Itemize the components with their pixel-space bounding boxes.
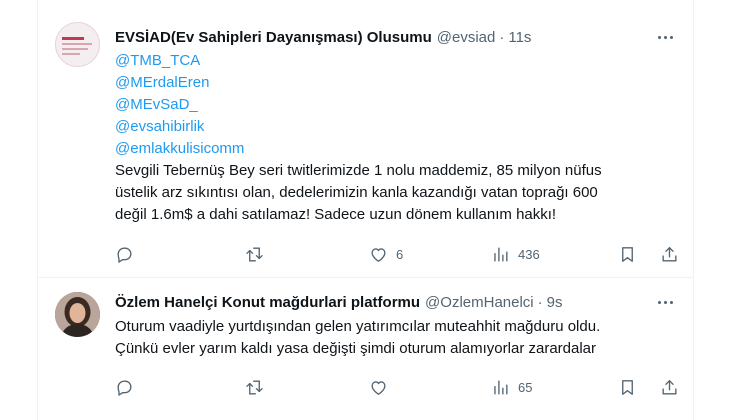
reply-button[interactable] [115,377,142,397]
text-line: değil 1.6m$ a dahi satılamaz! Sadece uzu… [115,206,557,223]
mention-link[interactable]: @MEvSaD_ [115,94,669,116]
right-border [693,0,694,420]
action-bar: 65 [115,377,677,397]
heart-icon [371,380,386,395]
view-count: 436 [518,246,540,262]
author-handle[interactable]: @evsiad [437,29,496,46]
share-upload-icon [662,246,677,262]
mention-link[interactable]: @MErdalEren [115,72,669,94]
views-button[interactable]: 436 [491,244,540,264]
like-button[interactable] [369,377,396,397]
like-count: 6 [396,246,404,262]
text-line: üstelik arz sıkıntısı olan, dedelerimizi… [115,184,598,201]
bookmark-icon [622,246,633,262]
more-dots-icon[interactable] [655,292,675,312]
action-bar: 6 436 [115,244,677,264]
timestamp[interactable]: 9s [547,294,563,311]
tweet-header: EVSİAD(Ev Sahipleri Dayanışması) Olusumu… [115,27,683,47]
separator-dot: · [499,28,505,46]
retweet-icon [246,246,263,262]
views-bar-chart-icon [494,246,508,262]
text-line: Oturum vaadiyle yurtdışından gelen yatır… [115,318,601,335]
retweet-button[interactable] [245,244,272,264]
view-count: 65 [518,379,533,395]
tweet-ozlem[interactable]: Özlem Hanelçi Konut mağdurlari platformu… [38,278,693,420]
reply-icon [117,246,132,263]
mention-link[interactable]: @emlakkulisicomm [115,138,669,160]
bookmark-icon [622,379,633,395]
reply-icon [117,379,132,396]
views-button[interactable]: 65 [491,377,532,397]
bookmark-button[interactable] [618,377,637,397]
retweet-icon [246,379,263,395]
tweet-evsiad[interactable]: EVSİAD(Ev Sahipleri Dayanışması) Olusumu… [38,0,693,277]
retweet-button[interactable] [245,377,272,397]
text-line: Sevgili Tebernüş Bey seri twitlerimizde … [115,162,602,179]
like-button[interactable]: 6 [369,244,403,264]
timestamp[interactable]: 11s [508,29,531,46]
avatar[interactable] [55,292,100,337]
mention-link[interactable]: @TMB_TCA [115,50,669,72]
mention-link[interactable]: @evsahibirlik [115,116,669,138]
separator-dot: · [537,293,543,311]
author-name[interactable]: Özlem Hanelçi Konut mağdurlari platformu [115,294,420,311]
author-handle[interactable]: @OzlemHanelci [425,294,534,311]
author-name[interactable]: EVSİAD(Ev Sahipleri Dayanışması) Olusumu [115,29,432,46]
text-line: Çünkü evler yarım kaldı yasa değişti şim… [115,340,597,357]
tweet-text: @TMB_TCA @MErdalEren @MEvSaD_ @evsahibir… [115,50,669,226]
tweet-text: Oturum vaadiyle yurtdışından gelen yatır… [115,316,669,360]
share-upload-icon [662,379,677,395]
reply-button[interactable] [115,244,142,264]
share-button[interactable] [660,244,679,264]
avatar[interactable] [55,22,100,67]
views-bar-chart-icon [494,379,508,395]
tweet-header: Özlem Hanelçi Konut mağdurlari platformu… [115,292,683,312]
bookmark-button[interactable] [618,244,637,264]
share-button[interactable] [660,377,679,397]
heart-icon [371,247,386,262]
more-dots-icon[interactable] [655,27,675,47]
